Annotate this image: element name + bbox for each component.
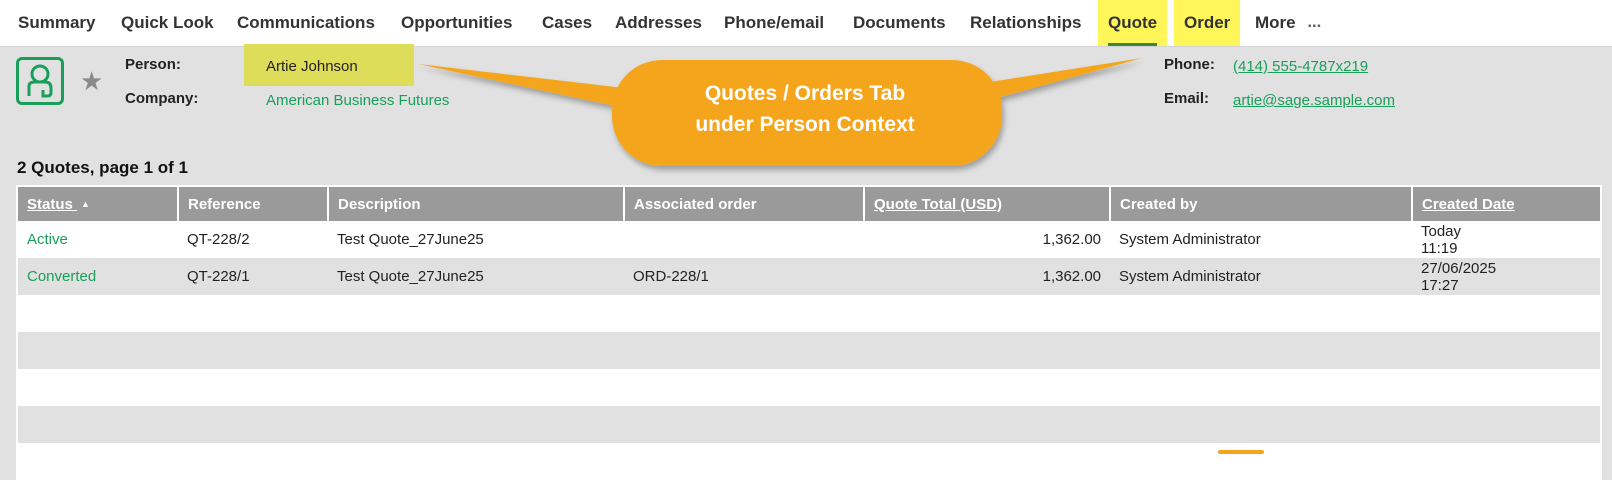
callout-text: Quotes / Orders Tab under Person Context xyxy=(610,78,1000,140)
table-row[interactable]: Converted QT-228/1 Test Quote_27June25 O… xyxy=(18,258,1600,295)
person-icon xyxy=(16,57,64,105)
cell-created-by: System Administrator xyxy=(1110,221,1412,258)
tab-summary[interactable]: Summary xyxy=(18,0,95,46)
column-header-status[interactable]: Status ▲ xyxy=(18,187,179,221)
created-time: 17:27 xyxy=(1421,276,1459,294)
created-date: 27/06/2025 xyxy=(1421,259,1497,277)
created-date: Today xyxy=(1421,222,1462,240)
tab-phone-email[interactable]: Phone/email xyxy=(724,0,824,46)
column-header-description: Description xyxy=(328,187,625,221)
column-header-created-date[interactable]: Created Date xyxy=(1412,187,1600,221)
tab-cases[interactable]: Cases xyxy=(542,0,592,46)
list-title: 2 Quotes, page 1 of 1 xyxy=(17,158,188,177)
tab-opportunities[interactable]: Opportunities xyxy=(401,0,512,46)
empty-row xyxy=(18,295,1600,332)
empty-row xyxy=(18,369,1600,406)
tab-addresses[interactable]: Addresses xyxy=(615,0,702,46)
company-link[interactable]: American Business Futures xyxy=(266,92,449,109)
column-header-associated-order: Associated order xyxy=(624,187,865,221)
cell-status[interactable]: Active xyxy=(18,221,178,258)
cell-created-date: 27/06/2025 17:27 xyxy=(1412,258,1600,295)
active-tab-indicator xyxy=(1108,43,1158,46)
cell-reference: QT-228/2 xyxy=(178,221,328,258)
tab-more[interactable]: More xyxy=(1255,0,1296,46)
phone-link[interactable]: (414) 555-4787x219 xyxy=(1233,58,1368,75)
tab-relationships[interactable]: Relationships xyxy=(970,0,1081,46)
callout-fragment xyxy=(1218,450,1264,454)
tab-bar: Summary Quick Look Communications Opport… xyxy=(0,0,1612,47)
column-header-status-label: Status xyxy=(27,195,73,213)
cell-description: Test Quote_27June25 xyxy=(328,221,624,258)
company-label: Company: xyxy=(125,90,199,107)
favorite-star-icon[interactable]: ★ xyxy=(80,68,103,94)
column-header-quote-total[interactable]: Quote Total (USD) xyxy=(864,187,1111,221)
cell-associated-order: ORD-228/1 xyxy=(624,258,864,295)
email-link[interactable]: artie@sage.sample.com xyxy=(1233,92,1395,109)
callout-line-1: Quotes / Orders Tab xyxy=(704,82,906,105)
empty-row xyxy=(18,443,1600,480)
column-header-reference: Reference xyxy=(178,187,329,221)
tab-quick-look[interactable]: Quick Look xyxy=(121,0,214,46)
more-dots-icon[interactable]: ▪▪▪ xyxy=(1308,21,1322,32)
cell-created-date: Today 11:19 xyxy=(1412,221,1600,258)
phone-label: Phone: xyxy=(1164,56,1215,73)
tab-order[interactable]: Order xyxy=(1174,0,1241,46)
callout-line-2: under Person Context xyxy=(695,113,915,136)
person-label: Person: xyxy=(125,56,181,73)
cell-description: Test Quote_27June25 xyxy=(328,258,624,295)
table-header-row: Status ▲ Reference Description Associate… xyxy=(18,187,1600,221)
sort-ascending-icon: ▲ xyxy=(81,198,90,209)
email-label: Email: xyxy=(1164,90,1210,107)
quotes-table: Status ▲ Reference Description Associate… xyxy=(18,187,1600,480)
cell-created-by: System Administrator xyxy=(1110,258,1412,295)
tab-quote[interactable]: Quote xyxy=(1098,0,1168,46)
person-name: Artie Johnson xyxy=(266,58,358,75)
cell-quote-total: 1,362.00 xyxy=(864,221,1110,258)
empty-row xyxy=(18,332,1600,369)
table-row[interactable]: Active QT-228/2 Test Quote_27June25 1,36… xyxy=(18,221,1600,258)
cell-status[interactable]: Converted xyxy=(18,258,178,295)
column-header-created-by: Created by xyxy=(1110,187,1413,221)
cell-associated-order xyxy=(624,221,864,258)
tab-quote-label: Quote xyxy=(1108,13,1158,32)
tab-documents[interactable]: Documents xyxy=(853,0,946,46)
cell-quote-total: 1,362.00 xyxy=(864,258,1110,295)
created-time: 11:19 xyxy=(1421,239,1458,257)
cell-reference: QT-228/1 xyxy=(178,258,328,295)
empty-row xyxy=(18,406,1600,443)
tab-communications[interactable]: Communications xyxy=(237,0,375,46)
